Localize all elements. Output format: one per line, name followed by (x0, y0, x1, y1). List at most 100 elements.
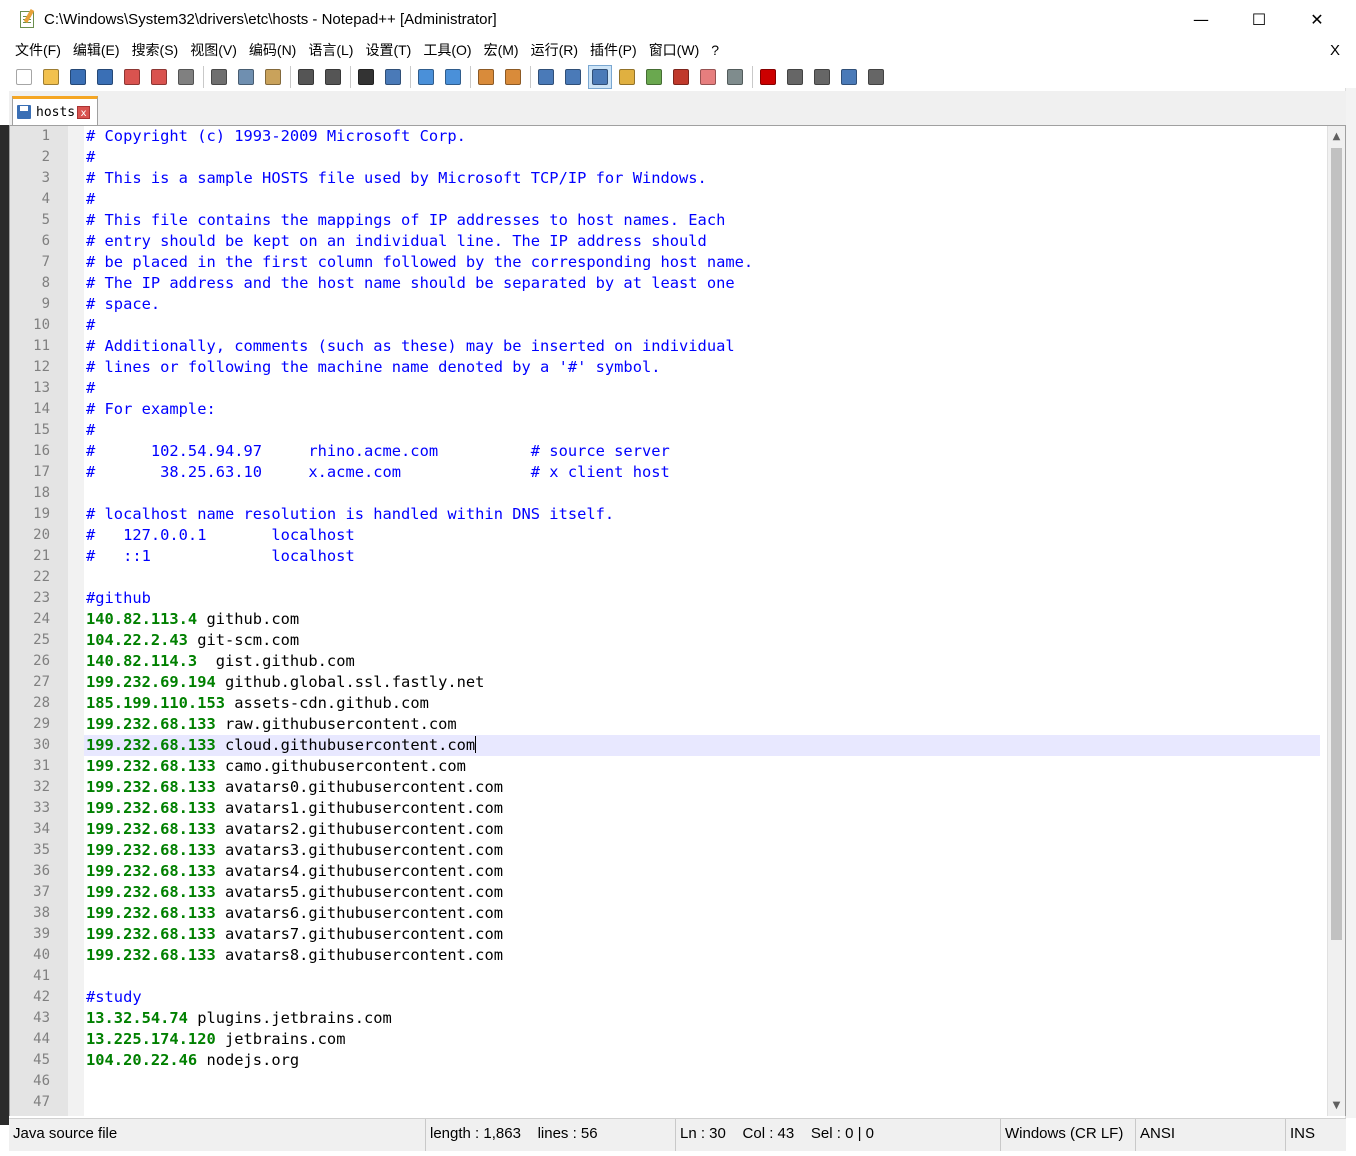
macro-run-multiple-button[interactable] (838, 66, 860, 88)
editor-line[interactable]: 40 199.232.68.133 avatars8.githubusercont… (10, 945, 1320, 966)
editor-line[interactable]: 11 # Additionally, comments (such as thes… (10, 336, 1320, 357)
menu-macro[interactable]: 宏(M) (478, 38, 525, 63)
editor-line[interactable]: 43 13.32.54.74 plugins.jetbrains.com (10, 1008, 1320, 1029)
scroll-down-arrow[interactable]: ▼ (1328, 1097, 1345, 1114)
editor-line[interactable]: 36 199.232.68.133 avatars4.githubusercont… (10, 861, 1320, 882)
minimize-button[interactable]: — (1172, 0, 1230, 38)
editor-line[interactable]: 9 # space. (10, 294, 1320, 315)
editor-lines[interactable]: 1 # Copyright (c) 1993-2009 Microsoft Cor… (10, 126, 1320, 1113)
editor-line[interactable]: 31 199.232.68.133 camo.githubusercontent.… (10, 756, 1320, 777)
paste-button[interactable] (262, 66, 284, 88)
zoom-in-button[interactable] (415, 66, 437, 88)
editor-line[interactable]: 21 # ::1 localhost (10, 546, 1320, 567)
save-all-button[interactable] (94, 66, 116, 88)
sync-horizontal-button[interactable] (502, 66, 524, 88)
editor-line[interactable]: 14 # For example: (10, 399, 1320, 420)
close-document-button[interactable]: X (1330, 38, 1340, 63)
monitoring-button[interactable] (724, 66, 746, 88)
sync-vertical-button[interactable] (475, 66, 497, 88)
editor-line[interactable]: 32 199.232.68.133 avatars0.githubusercont… (10, 777, 1320, 798)
editor-line[interactable]: 39 199.232.68.133 avatars7.githubusercont… (10, 924, 1320, 945)
editor-line[interactable]: 3 # This is a sample HOSTS file used by M… (10, 168, 1320, 189)
scroll-thumb[interactable] (1331, 148, 1342, 940)
folder-workspace-button[interactable] (697, 66, 719, 88)
status-eol[interactable]: Windows (CR LF) (1001, 1119, 1136, 1151)
editor[interactable]: 1 # Copyright (c) 1993-2009 Microsoft Cor… (9, 126, 1346, 1116)
menu-run[interactable]: 运行(R) (525, 38, 584, 63)
menu-edit[interactable]: 编辑(E) (67, 38, 126, 63)
show-all-chars-button[interactable] (562, 66, 584, 88)
editor-line[interactable]: 1 # Copyright (c) 1993-2009 Microsoft Cor… (10, 126, 1320, 147)
editor-line[interactable]: 18 (10, 483, 1320, 504)
macro-record-button[interactable] (757, 66, 779, 88)
editor-line[interactable]: 19 # localhost name resolution is handled… (10, 504, 1320, 525)
print-button[interactable] (175, 66, 197, 88)
copy-button[interactable] (235, 66, 257, 88)
cut-button[interactable] (208, 66, 230, 88)
editor-line[interactable]: 30 199.232.68.133 cloud.githubusercontent… (10, 735, 1320, 756)
redo-button[interactable] (322, 66, 344, 88)
vertical-scrollbar[interactable]: ▲ ▼ (1327, 126, 1345, 1116)
editor-line[interactable]: 47 (10, 1092, 1320, 1113)
editor-line[interactable]: 15 # (10, 420, 1320, 441)
editor-line[interactable]: 46 (10, 1071, 1320, 1092)
menu-help[interactable]: ? (705, 38, 725, 63)
define-language-button[interactable] (616, 66, 638, 88)
editor-line[interactable]: 28 185.199.110.153 assets-cdn.github.com (10, 693, 1320, 714)
editor-line[interactable]: 29 199.232.68.133 raw.githubusercontent.c… (10, 714, 1320, 735)
editor-line[interactable]: 8 # The IP address and the host name shou… (10, 273, 1320, 294)
new-file-button[interactable] (13, 66, 35, 88)
editor-line[interactable]: 22 (10, 567, 1320, 588)
editor-line[interactable]: 6 # entry should be kept on an individual… (10, 231, 1320, 252)
close-button[interactable] (121, 66, 143, 88)
undo-button[interactable] (295, 66, 317, 88)
editor-line[interactable]: 4 # (10, 189, 1320, 210)
editor-line[interactable]: 38 199.232.68.133 avatars6.githubusercont… (10, 903, 1320, 924)
status-encoding[interactable]: ANSI (1136, 1119, 1286, 1151)
title-bar[interactable]: C:\Windows\System32\drivers\etc\hosts - … (9, 0, 1346, 38)
menu-search[interactable]: 搜索(S) (126, 38, 185, 63)
macro-play-button[interactable] (811, 66, 833, 88)
editor-line[interactable]: 35 199.232.68.133 avatars3.githubusercont… (10, 840, 1320, 861)
editor-line[interactable]: 45 104.20.22.46 nodejs.org (10, 1050, 1320, 1071)
editor-line[interactable]: 44 13.225.174.120 jetbrains.com (10, 1029, 1320, 1050)
menu-settings[interactable]: 设置(T) (359, 38, 417, 63)
save-button[interactable] (67, 66, 89, 88)
menu-view[interactable]: 视图(V) (184, 38, 243, 63)
editor-line[interactable]: 7 # be placed in the first column followe… (10, 252, 1320, 273)
editor-line[interactable]: 37 199.232.68.133 avatars5.githubusercont… (10, 882, 1320, 903)
editor-line[interactable]: 42 #study (10, 987, 1320, 1008)
editor-line[interactable]: 2 # (10, 147, 1320, 168)
menu-plugins[interactable]: 插件(P) (584, 38, 643, 63)
editor-line[interactable]: 23 #github (10, 588, 1320, 609)
editor-line[interactable]: 25 104.22.2.43 git-scm.com (10, 630, 1320, 651)
replace-button[interactable] (382, 66, 404, 88)
tab-close-button[interactable]: x (77, 105, 91, 119)
editor-line[interactable]: 13 # (10, 378, 1320, 399)
zoom-out-button[interactable] (442, 66, 464, 88)
close-window-button[interactable]: ✕ (1288, 0, 1346, 38)
macro-stop-button[interactable] (784, 66, 806, 88)
editor-line[interactable]: 26 140.82.114.3 gist.github.com (10, 651, 1320, 672)
editor-line[interactable]: 24 140.82.113.4 github.com (10, 609, 1320, 630)
editor-line[interactable]: 27 199.232.69.194 github.global.ssl.fastl… (10, 672, 1320, 693)
menu-encoding[interactable]: 编码(N) (243, 38, 302, 63)
editor-line[interactable]: 17 # 38.25.63.10 x.acme.com # x client ho… (10, 462, 1320, 483)
maximize-button[interactable]: ☐ (1230, 0, 1288, 38)
open-file-button[interactable] (40, 66, 62, 88)
macro-save-button[interactable] (865, 66, 887, 88)
editor-line[interactable]: 10 # (10, 315, 1320, 336)
editor-line[interactable]: 34 199.232.68.133 avatars2.githubusercont… (10, 819, 1320, 840)
menu-file[interactable]: 文件(F) (9, 38, 67, 63)
function-list-button[interactable] (670, 66, 692, 88)
menu-tools[interactable]: 工具(O) (417, 38, 477, 63)
editor-line[interactable]: 12 # lines or following the machine name … (10, 357, 1320, 378)
editor-line[interactable]: 41 (10, 966, 1320, 987)
tab-hosts[interactable]: hosts x (12, 96, 98, 125)
indent-guide-button[interactable] (588, 65, 612, 89)
editor-line[interactable]: 20 # 127.0.0.1 localhost (10, 525, 1320, 546)
close-all-button[interactable] (148, 66, 170, 88)
scroll-up-arrow[interactable]: ▲ (1328, 128, 1345, 145)
editor-line[interactable]: 16 # 102.54.94.97 rhino.acme.com # source… (10, 441, 1320, 462)
editor-line[interactable]: 5 # This file contains the mappings of IP… (10, 210, 1320, 231)
